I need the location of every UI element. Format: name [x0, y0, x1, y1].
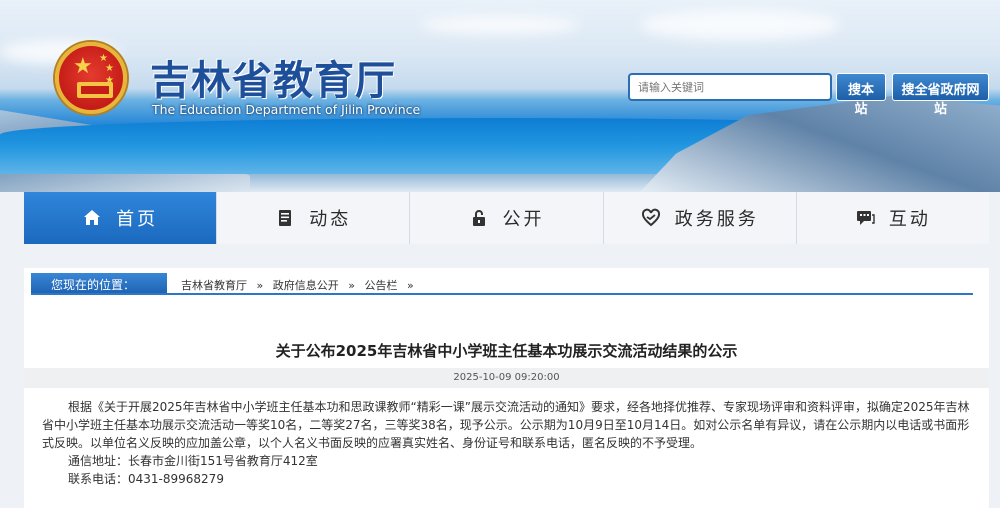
site-title[interactable]: 吉林省教育厅	[150, 48, 396, 106]
article-paragraph: 根据《关于开展2025年吉林省中小学班主任基本功和思政课教师“精彩一课”展示交流…	[42, 400, 970, 450]
home-icon	[82, 208, 102, 228]
cloud	[420, 16, 580, 34]
nav-item-label: 互动	[888, 209, 931, 230]
nav-item-label: 政务服务	[674, 209, 759, 230]
search-province-button[interactable]: 搜全省政府网站	[892, 73, 989, 117]
chat-icon	[855, 208, 875, 228]
nav-item-label: 公开	[502, 209, 545, 230]
article-panel: 您现在的位置： 吉林省教育厅 » 政府信息公开 » 公告栏 » 关于公布2025…	[24, 268, 989, 508]
article-title: 关于公布2025年吉林省中小学班主任基本功展示交流活动结果的公示	[275, 342, 738, 360]
contact-phone: 联系电话：0431-89968279	[68, 472, 224, 486]
nav-item-label: 动态	[309, 209, 352, 230]
cloud	[640, 10, 840, 40]
breadcrumb-label: 您现在的位置：	[31, 273, 167, 293]
nav-item-label: 首页	[116, 209, 159, 230]
news-icon	[275, 208, 295, 228]
main-nav: 首页 动态 公开 政务服务 互动	[24, 192, 989, 244]
breadcrumb-separator: »	[406, 279, 414, 292]
breadcrumb: 您现在的位置： 吉林省教育厅 » 政府信息公开 » 公告栏 »	[31, 273, 973, 295]
search-input[interactable]	[628, 73, 832, 101]
publish-date: 2025-10-09 09:20:00	[24, 368, 989, 388]
breadcrumb-link-notice[interactable]: 公告栏	[364, 279, 397, 292]
contact-address: 通信地址：长春市金川街151号省教育厅412室	[68, 454, 318, 468]
search-site-button[interactable]: 搜本站	[836, 73, 886, 117]
lock-icon	[469, 208, 489, 228]
nav-item-news[interactable]: 动态	[217, 192, 411, 244]
breadcrumb-link-home[interactable]: 吉林省教育厅	[181, 279, 247, 292]
article-body: 根据《关于开展2025年吉林省中小学班主任基本功和思政课教师“精彩一课”展示交流…	[42, 398, 972, 488]
header-banner: ★ ★ ★ ★ ★ 吉林省教育厅 The Education Departmen…	[0, 0, 1000, 192]
site-subtitle: The Education Department of Jilin Provin…	[152, 102, 421, 117]
nav-item-public[interactable]: 公开	[410, 192, 604, 244]
breadcrumb-path: 吉林省教育厅 » 政府信息公开 » 公告栏 »	[181, 277, 420, 293]
breadcrumb-separator: »	[348, 279, 355, 292]
national-emblem-icon: ★ ★ ★ ★ ★	[55, 42, 127, 114]
nav-item-interact[interactable]: 互动	[797, 192, 989, 244]
nav-item-service[interactable]: 政务服务	[604, 192, 797, 244]
breadcrumb-separator: »	[256, 279, 264, 292]
breadcrumb-link-public[interactable]: 政府信息公开	[273, 279, 339, 292]
nav-item-home[interactable]: 首页	[24, 192, 218, 244]
service-icon	[641, 208, 661, 228]
